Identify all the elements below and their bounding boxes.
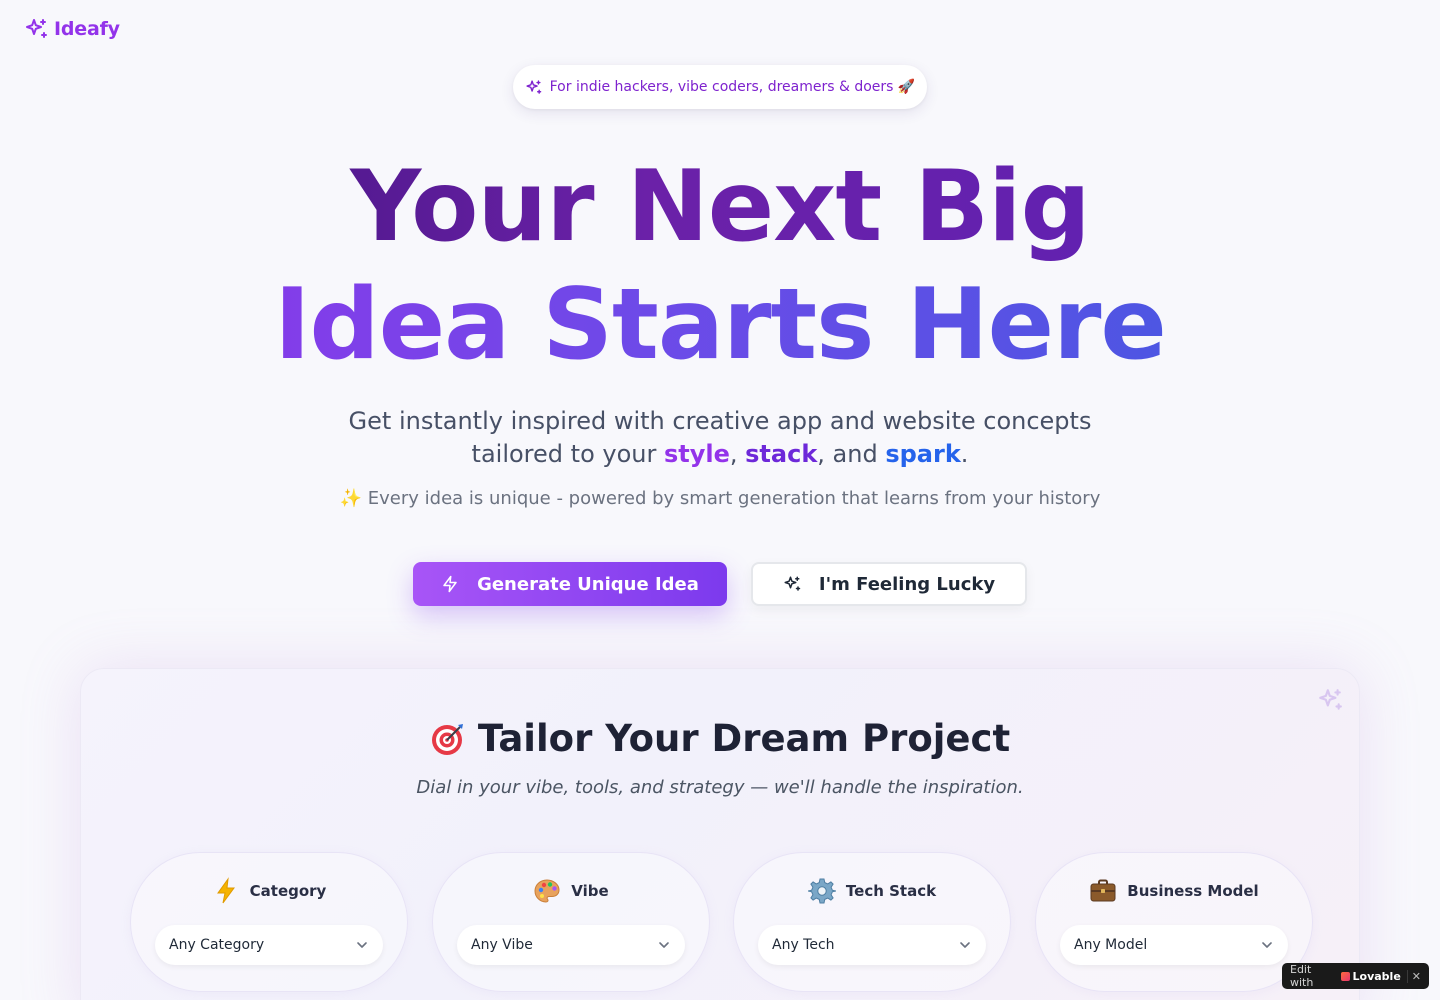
- logo[interactable]: Ideafy: [24, 17, 120, 41]
- edit-with-lovable-badge[interactable]: Edit with Lovable ✕: [1282, 963, 1429, 989]
- filter-tech-stack: Tech Stack Any Tech: [733, 852, 1011, 992]
- generate-idea-label: Generate Unique Idea: [477, 573, 699, 595]
- filter-group: Category Any Category Vibe Any Vibe Tech…: [130, 852, 1314, 992]
- sub-separator: , and: [817, 440, 886, 468]
- sub-line-1: Get instantly inspired with creative app…: [348, 407, 1092, 435]
- edit-with-text: Edit with: [1290, 963, 1314, 989]
- filter-header: Vibe: [433, 877, 709, 905]
- tailor-title: Tailor Your Dream Project: [81, 717, 1359, 760]
- lightning-icon: [443, 575, 457, 593]
- briefcase-icon: [1090, 879, 1116, 902]
- sub-separator: ,: [729, 440, 746, 468]
- hero-note: ✨ Every idea is unique - powered by smar…: [339, 488, 1101, 509]
- tailor-title-text: Tailor Your Dream Project: [477, 717, 1011, 760]
- sparkles-icon: [1319, 689, 1342, 710]
- vibe-select[interactable]: Any Vibe: [457, 925, 685, 965]
- headline-line-1: Your Next Big: [0, 148, 1440, 266]
- business-model-select[interactable]: Any Model: [1060, 925, 1288, 965]
- tailor-subtitle: Dial in your vibe, tools, and strategy —…: [416, 777, 1024, 798]
- select-value: Any Category: [169, 937, 265, 953]
- sub-end: .: [960, 440, 969, 468]
- select-value: Any Vibe: [471, 937, 533, 953]
- tailor-card: Tailor Your Dream Project Dial in your v…: [80, 668, 1360, 1000]
- gear-icon: [807, 878, 836, 904]
- select-value: Any Tech: [772, 937, 835, 953]
- generate-idea-button[interactable]: Generate Unique Idea: [413, 562, 727, 606]
- sparkles-icon: [784, 576, 801, 591]
- filter-vibe: Vibe Any Vibe: [432, 852, 710, 992]
- feeling-lucky-label: I'm Feeling Lucky: [818, 573, 996, 595]
- badge-text: For indie hackers, vibe coders, dreamers…: [549, 79, 916, 95]
- filter-header: Category: [131, 877, 407, 905]
- tech-stack-select[interactable]: Any Tech: [758, 925, 986, 965]
- hero-subheading: Get instantly inspired with creative app…: [0, 405, 1440, 471]
- sparkles-icon: [26, 19, 47, 38]
- lovable-brand: Lovable: [1340, 969, 1401, 983]
- filter-business-model: Business Model Any Model: [1035, 852, 1313, 992]
- filter-category: Category Any Category: [130, 852, 408, 992]
- select-value: Any Model: [1074, 937, 1148, 953]
- filter-header: Business Model: [1036, 877, 1312, 905]
- category-select[interactable]: Any Category: [155, 925, 383, 965]
- filter-label: Category: [249, 882, 327, 900]
- filter-label: Business Model: [1127, 882, 1259, 900]
- lovable-brand-text: Lovable: [1352, 969, 1401, 983]
- keyword-style: style: [663, 440, 730, 468]
- chevron-down-icon: [659, 942, 669, 948]
- keyword-stack: stack: [745, 440, 818, 468]
- filter-label: Tech Stack: [845, 882, 937, 900]
- target-icon: [431, 723, 463, 755]
- close-icon[interactable]: ✕: [1406, 969, 1421, 983]
- app-name: Ideafy: [54, 18, 120, 40]
- lightning-icon: [216, 877, 235, 904]
- hero-headline: Your Next Big Idea Starts Here: [0, 148, 1440, 384]
- filter-label: Vibe: [571, 882, 609, 900]
- sub-line-2: tailored to your: [471, 440, 664, 468]
- audience-badge: For indie hackers, vibe coders, dreamers…: [513, 65, 927, 109]
- filter-header: Tech Stack: [734, 877, 1010, 905]
- sparkles-icon: [526, 79, 541, 94]
- keyword-spark: spark: [885, 440, 961, 468]
- chevron-down-icon: [1262, 942, 1272, 948]
- page: Ideafy For indie hackers, vibe coders, d…: [0, 0, 1440, 1000]
- chevron-down-icon: [357, 942, 367, 948]
- chevron-down-icon: [960, 942, 970, 948]
- headline-line-2: Idea Starts Here: [0, 266, 1440, 384]
- lovable-logo-icon: [1340, 971, 1350, 981]
- feeling-lucky-button[interactable]: I'm Feeling Lucky: [751, 562, 1027, 606]
- palette-icon: [534, 879, 560, 903]
